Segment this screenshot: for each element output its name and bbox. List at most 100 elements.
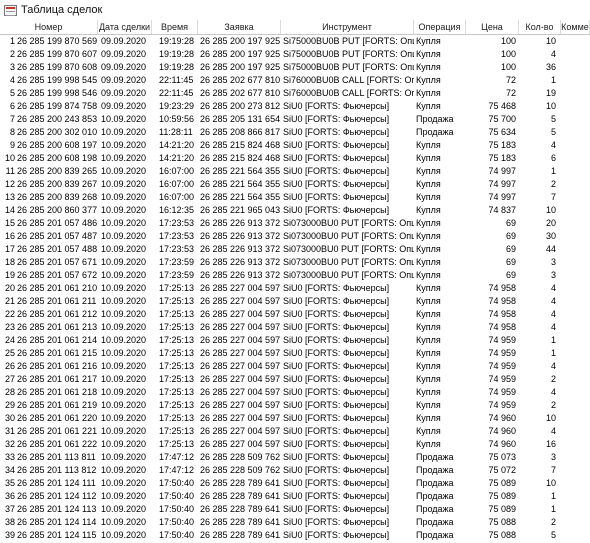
cell-row-index: 28 xyxy=(4,387,15,397)
table-row[interactable]: 5 26 285 199 998 546 09.09.2020 22:11:45 26 … xyxy=(0,87,590,100)
table-row[interactable]: 7 26 285 200 243 853 10.09.2020 10:59:56 26 … xyxy=(0,113,590,126)
column-header-trade-date[interactable]: Дата сделки xyxy=(98,20,152,34)
cell-instrument: SiU0 [FORTS: Фьючерсы] xyxy=(283,491,390,501)
table-row[interactable]: 12 26 285 200 839 267 10.09.2020 16:07:00 26… xyxy=(0,178,590,191)
cell-quantity: 1 xyxy=(550,491,556,501)
table-row[interactable]: 31 26 285 201 061 221 10.09.2020 17:25:13 26… xyxy=(0,425,590,438)
table-row[interactable]: 30 26 285 201 061 220 10.09.2020 17:25:13 26… xyxy=(0,412,590,425)
table-row[interactable]: 4 26 285 199 998 545 09.09.2020 22:11:45 26 … xyxy=(0,74,590,87)
column-header-comment[interactable]: Комме xyxy=(561,20,590,34)
table-row[interactable]: 10 26 285 200 608 198 10.09.2020 14:21:20 26… xyxy=(0,152,590,165)
table-row[interactable]: 14 26 285 200 860 377 10.09.2020 16:12:35 26… xyxy=(0,204,590,217)
table-row[interactable]: 2 26 285 199 870 607 09.09.2020 19:19:28 26 … xyxy=(0,48,590,61)
cell-order-number: 26 285 215 824 468 xyxy=(200,153,280,163)
cell-trade-time: 16:07:00 xyxy=(159,166,195,176)
cell-row-index: 38 xyxy=(4,517,15,527)
cell-quantity: 5 xyxy=(550,114,556,124)
cell-row-index: 11 xyxy=(5,166,15,176)
cell-price: 74 997 xyxy=(488,192,516,202)
table-row[interactable]: 22 26 285 201 061 212 10.09.2020 17:25:13 26… xyxy=(0,308,590,321)
table-row[interactable]: 20 26 285 201 061 210 10.09.2020 17:25:13 26… xyxy=(0,282,590,295)
table-row[interactable]: 25 26 285 201 061 215 10.09.2020 17:25:13 26… xyxy=(0,347,590,360)
table-row[interactable]: 11 26 285 200 839 265 10.09.2020 16:07:00 26… xyxy=(0,165,590,178)
column-header-operation[interactable]: Операция xyxy=(414,20,466,34)
table-row[interactable]: 24 26 285 201 061 214 10.09.2020 17:25:13 26… xyxy=(0,334,590,347)
cell-price: 74 959 xyxy=(488,348,516,358)
cell-quantity: 19 xyxy=(545,88,556,98)
table-row[interactable]: 28 26 285 201 061 218 10.09.2020 17:25:13 26… xyxy=(0,386,590,399)
cell-trade-date: 10.09.2020 xyxy=(101,153,147,163)
cell-row-index: 5 xyxy=(9,88,15,98)
table-row[interactable]: 23 26 285 201 061 213 10.09.2020 17:25:13 26… xyxy=(0,321,590,334)
cell-order-number: 26 285 228 789 641 xyxy=(200,504,280,514)
table-row[interactable]: 37 26 285 201 124 113 10.09.2020 17:50:40 26… xyxy=(0,503,590,516)
cell-trade-number: 26 285 201 057 487 xyxy=(17,231,97,241)
table-row[interactable]: 3 26 285 199 870 608 09.09.2020 19:19:28 26 … xyxy=(0,61,590,74)
table-row[interactable]: 13 26 285 200 839 268 10.09.2020 16:07:00 26… xyxy=(0,191,590,204)
cell-trade-date: 10.09.2020 xyxy=(101,192,147,202)
table-row[interactable]: 36 26 285 201 124 112 10.09.2020 17:50:40 26… xyxy=(0,490,590,503)
table-row[interactable]: 38 26 285 201 124 114 10.09.2020 17:50:40 26… xyxy=(0,516,590,529)
cell-quantity: 4 xyxy=(550,283,556,293)
table-row[interactable]: 16 26 285 201 057 487 10.09.2020 17:23:53 26… xyxy=(0,230,590,243)
table-row[interactable]: 32 26 285 201 061 222 10.09.2020 17:25:13 26… xyxy=(0,438,590,451)
cell-order-number: 26 285 227 004 597 xyxy=(200,426,280,436)
column-header-number[interactable]: Номер xyxy=(0,20,98,34)
cell-trade-number: 26 285 201 113 812 xyxy=(17,465,97,475)
cell-order-number: 26 285 228 789 641 xyxy=(200,478,280,488)
table-row[interactable]: 19 26 285 201 057 672 10.09.2020 17:23:59 26… xyxy=(0,269,590,282)
cell-trade-number: 26 285 201 061 220 xyxy=(17,413,97,423)
cell-instrument: SiU0 [FORTS: Фьючерсы] xyxy=(283,374,390,384)
cell-quantity: 16 xyxy=(545,439,556,449)
table-row[interactable]: 18 26 285 201 057 671 10.09.2020 17:23:59 26… xyxy=(0,256,590,269)
table-row[interactable]: 33 26 285 201 113 811 10.09.2020 17:47:12 26… xyxy=(0,451,590,464)
table-row[interactable]: 17 26 285 201 057 488 10.09.2020 17:23:53 26… xyxy=(0,243,590,256)
cell-trade-date: 10.09.2020 xyxy=(101,491,147,501)
cell-quantity: 3 xyxy=(550,452,556,462)
cell-instrument: Si75000BU0B PUT [FORTS: Опци xyxy=(283,36,414,46)
cell-quantity: 10 xyxy=(545,36,556,46)
column-header-price[interactable]: Цена xyxy=(466,20,519,34)
cell-row-index: 17 xyxy=(4,244,15,254)
cell-trade-time: 16:12:35 xyxy=(159,205,195,215)
cell-instrument: Si073000BU0 PUT [FORTS: Опци xyxy=(283,231,414,241)
cell-quantity: 2 xyxy=(550,400,556,410)
cell-row-index: 7 xyxy=(9,114,15,124)
window-titlebar[interactable]: Таблица сделок xyxy=(0,0,590,21)
table-row[interactable]: 27 26 285 201 061 217 10.09.2020 17:25:13 26… xyxy=(0,373,590,386)
cell-price: 74 958 xyxy=(488,283,516,293)
cell-instrument: Si75000BU0B PUT [FORTS: Опци xyxy=(283,62,414,72)
cell-price: 75 183 xyxy=(488,140,516,150)
column-header-instrument[interactable]: Инструмент xyxy=(281,20,414,34)
cell-order-number: 26 285 227 004 597 xyxy=(200,361,280,371)
table-row[interactable]: 35 26 285 201 124 111 10.09.2020 17:50:40 26… xyxy=(0,477,590,490)
cell-order-number: 26 285 227 004 597 xyxy=(200,413,280,423)
table-window-icon xyxy=(4,4,17,16)
cell-operation: Купля xyxy=(416,179,441,189)
table-row[interactable]: 21 26 285 201 061 211 10.09.2020 17:25:13 26… xyxy=(0,295,590,308)
column-header-order[interactable]: Заявка xyxy=(198,20,281,34)
cell-price: 69 xyxy=(505,257,516,267)
table-row[interactable]: 15 26 285 201 057 486 10.09.2020 17:23:53 26… xyxy=(0,217,590,230)
window-title: Таблица сделок xyxy=(21,4,103,16)
cell-quantity: 5 xyxy=(550,127,556,137)
table-row[interactable]: 9 26 285 200 608 197 10.09.2020 14:21:20 26 … xyxy=(0,139,590,152)
cell-trade-number: 26 285 199 870 608 xyxy=(17,62,97,72)
table-row[interactable]: 6 26 285 199 874 758 09.09.2020 19:23:29 26 … xyxy=(0,100,590,113)
column-header-time[interactable]: Время xyxy=(152,20,198,34)
table-row[interactable]: 26 26 285 201 061 216 10.09.2020 17:25:13 26… xyxy=(0,360,590,373)
cell-quantity: 4 xyxy=(550,309,556,319)
cell-quantity: 4 xyxy=(550,322,556,332)
table-row[interactable]: 8 26 285 200 302 010 10.09.2020 11:28:11 26 … xyxy=(0,126,590,139)
column-header-quantity[interactable]: Кол-во xyxy=(519,20,561,34)
cell-order-number: 26 285 227 004 597 xyxy=(200,322,280,332)
table-row[interactable]: 1 26 285 199 870 569 09.09.2020 19:19:28 26 … xyxy=(0,35,590,48)
table-row[interactable]: 39 26 285 201 124 115 10.09.2020 17:50:40 26… xyxy=(0,529,590,542)
cell-price: 75 089 xyxy=(488,491,516,501)
table-row[interactable]: 29 26 285 201 061 219 10.09.2020 17:25:13 26… xyxy=(0,399,590,412)
table-row[interactable]: 34 26 285 201 113 812 10.09.2020 17:47:12 26… xyxy=(0,464,590,477)
cell-row-index: 16 xyxy=(4,231,15,241)
cell-trade-time: 17:23:53 xyxy=(159,218,195,228)
cell-quantity: 4 xyxy=(550,361,556,371)
cell-row-index: 13 xyxy=(4,192,15,202)
